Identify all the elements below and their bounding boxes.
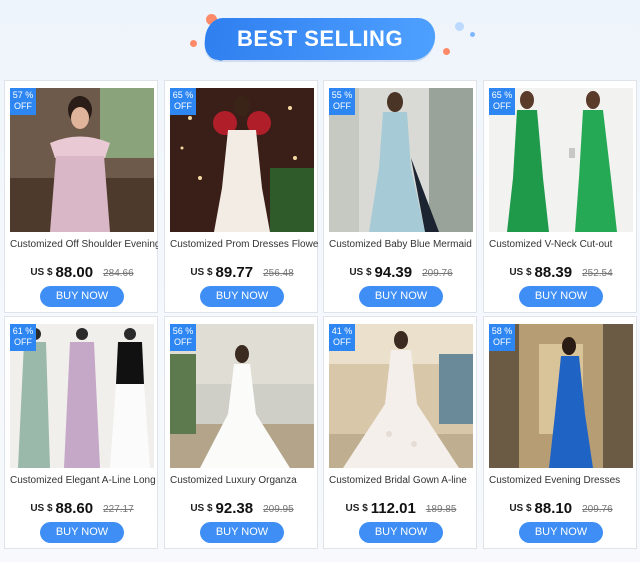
- price-row: US $88.10 209.76: [484, 500, 638, 518]
- product-card[interactable]: 56 % OFF Customized Luxury Organza US $9…: [164, 316, 318, 549]
- discount-badge: 58 % OFF: [489, 324, 515, 351]
- sale-price: 88.00: [55, 264, 94, 281]
- product-card[interactable]: 65 % OFF Customized V-Neck Cut-out US $8…: [483, 80, 637, 313]
- buy-now-button[interactable]: BUY NOW: [359, 522, 443, 543]
- currency-label: US $: [30, 503, 53, 514]
- original-price: 256.48: [263, 268, 294, 279]
- sale-price: 88.60: [55, 500, 94, 517]
- buy-now-button[interactable]: BUY NOW: [40, 522, 124, 543]
- buy-now-button[interactable]: BUY NOW: [359, 286, 443, 307]
- discount-badge: 55 % OFF: [329, 88, 355, 115]
- price-row: US $88.39 252.54: [484, 264, 638, 282]
- original-price: 209.95: [263, 504, 294, 515]
- currency-label: US $: [349, 267, 372, 278]
- buy-now-button[interactable]: BUY NOW: [40, 286, 124, 307]
- currency-label: US $: [345, 503, 368, 514]
- product-title[interactable]: Customized Off Shoulder Evening: [10, 239, 158, 250]
- currency-label: US $: [30, 267, 53, 278]
- price-row: US $92.38 209.95: [165, 500, 319, 518]
- currency-label: US $: [509, 267, 532, 278]
- product-title[interactable]: Customized Evening Dresses: [489, 475, 637, 486]
- page-title: BEST SELLING: [236, 26, 404, 51]
- product-title[interactable]: Customized Elegant A-Line Long: [10, 475, 158, 486]
- decor-dot: [470, 32, 475, 37]
- product-card[interactable]: 55 % OFF Customized Baby Blue Mermaid US…: [323, 80, 477, 313]
- product-card[interactable]: 58 % OFF Customized Evening Dresses US $…: [483, 316, 637, 549]
- product-title[interactable]: Customized V-Neck Cut-out: [489, 239, 637, 250]
- original-price: 209.76: [582, 504, 613, 515]
- buy-now-button[interactable]: BUY NOW: [200, 522, 284, 543]
- original-price: 252.54: [582, 268, 613, 279]
- discount-badge: 61 % OFF: [10, 324, 36, 351]
- sale-price: 92.38: [215, 500, 254, 517]
- product-card[interactable]: 41 % OFF Customized Bridal Gown A-line U…: [323, 316, 477, 549]
- price-row: US $94.39 209.76: [324, 264, 478, 282]
- discount-badge: 56 % OFF: [170, 324, 196, 351]
- buy-now-button[interactable]: BUY NOW: [519, 522, 603, 543]
- decor-dot: [455, 22, 464, 31]
- product-card[interactable]: 65 % OFF Customized Prom Dresses Flower …: [164, 80, 318, 313]
- currency-label: US $: [190, 503, 213, 514]
- sale-price: 88.39: [534, 264, 573, 281]
- buy-now-button[interactable]: BUY NOW: [519, 286, 603, 307]
- price-row: US $88.00 284.66: [5, 264, 159, 282]
- buy-now-button[interactable]: BUY NOW: [200, 286, 284, 307]
- original-price: 284.66: [103, 268, 134, 279]
- product-title[interactable]: Customized Luxury Organza: [170, 475, 318, 486]
- discount-badge: 57 % OFF: [10, 88, 36, 115]
- decor-dot: [443, 48, 450, 55]
- price-row: US $112.01 189.85: [324, 500, 478, 518]
- original-price: 189.85: [425, 504, 457, 515]
- product-title[interactable]: Customized Baby Blue Mermaid: [329, 239, 477, 250]
- currency-label: US $: [190, 267, 213, 278]
- original-price: 227.17: [103, 504, 134, 515]
- original-price: 209.76: [422, 268, 453, 279]
- product-card[interactable]: 57 % OFF Customized Off Shoulder Evening…: [4, 80, 158, 313]
- best-selling-banner: BEST SELLING: [0, 0, 640, 80]
- sale-price: 89.77: [215, 264, 254, 281]
- product-card[interactable]: 61 % OFF Customized Elegant A-Line Long …: [4, 316, 158, 549]
- sale-price: 94.39: [374, 264, 413, 281]
- sale-price: 88.10: [534, 500, 573, 517]
- sale-price: 112.01: [370, 500, 416, 517]
- product-title[interactable]: Customized Prom Dresses Flower: [170, 239, 318, 250]
- currency-label: US $: [509, 503, 532, 514]
- discount-badge: 65 % OFF: [489, 88, 515, 115]
- discount-badge: 65 % OFF: [170, 88, 196, 115]
- price-row: US $88.60 227.17: [5, 500, 159, 518]
- product-title[interactable]: Customized Bridal Gown A-line: [329, 475, 477, 486]
- decor-dot: [190, 40, 197, 47]
- discount-badge: 41 % OFF: [329, 324, 355, 351]
- price-row: US $89.77 256.48: [165, 264, 319, 282]
